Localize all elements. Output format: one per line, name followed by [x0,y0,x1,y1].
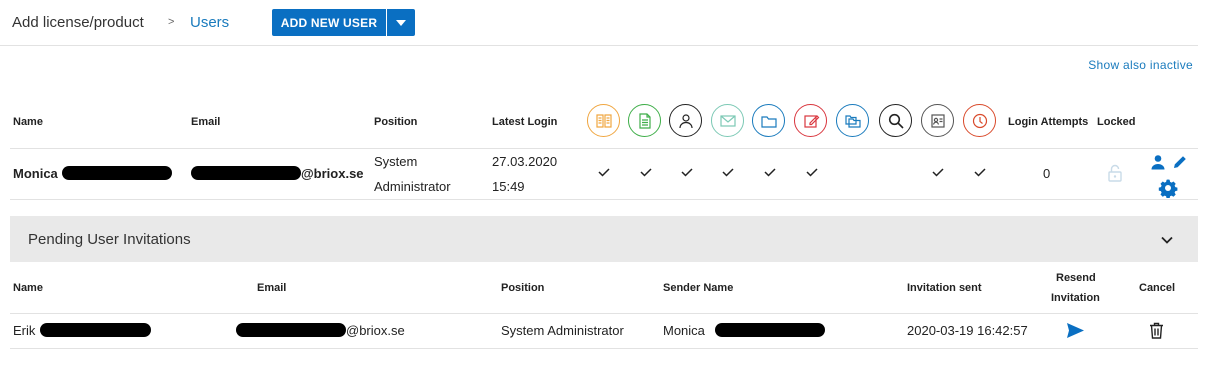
col-email-header[interactable]: Email [191,116,220,128]
pencil-icon[interactable] [1172,154,1188,170]
check-icon [722,168,734,177]
user-login-attempts: 0 [1043,166,1051,181]
col-name-header[interactable]: Name [13,116,43,128]
inv-col-sent-header: Invitation sent [907,282,982,294]
user-login-time: 15:49 [492,179,525,194]
invitation-sent-time: 2020-03-19 16:42:57 [907,323,1028,338]
user-position-line1: System [374,154,418,169]
user-email[interactable]: @briox.se [301,166,364,181]
person-icon[interactable] [1150,154,1166,170]
document-icon [628,104,661,137]
row-divider [10,199,1198,200]
inv-col-resend-header-line2: Invitation [1051,292,1100,304]
inv-col-email-header: Email [257,282,287,294]
invitee-name: Erik [13,323,36,338]
inv-col-cancel-header: Cancel [1139,282,1176,294]
invitation-row-divider [10,348,1198,349]
col-position-header[interactable]: Position [374,116,417,128]
redaction-bar [715,323,825,337]
folder-icon [752,104,785,137]
check-icon [764,168,776,177]
magnifier-icon [879,104,912,137]
header-divider [10,148,1198,149]
inv-col-position-header: Position [501,282,545,294]
breadcrumb-current[interactable]: Users [190,14,229,31]
col-locked-header[interactable]: Locked [1097,116,1136,128]
col-latest-login-header[interactable]: Latest Login [492,116,557,128]
breadcrumb-separator: > [168,16,175,28]
check-icon [598,168,610,177]
id-card-icon [921,104,954,137]
redaction-bar [62,166,172,180]
send-icon[interactable] [1066,322,1085,339]
add-new-user-button[interactable]: ADD NEW USER [272,9,386,36]
col-login-attempts-header[interactable]: Login Attempts [1008,116,1088,128]
invitation-header-divider [10,313,1198,314]
gear-icon[interactable] [1158,178,1178,198]
users-group-icon [669,104,702,137]
inv-col-resend-header-line1: Resend [1056,272,1096,284]
top-bar: Add license/product > Users ADD NEW USER [0,0,1198,46]
check-icon [974,168,986,177]
invitee-position: System Administrator [501,323,624,338]
user-position-line2: Administrator [374,179,451,194]
unlocked-icon[interactable] [1107,164,1123,182]
trash-icon[interactable] [1149,322,1164,339]
show-inactive-link[interactable]: Show also inactive [1088,58,1193,72]
user-login-date: 27.03.2020 [492,154,558,169]
envelope-icon [711,104,744,137]
chevron-down-icon[interactable] [1160,233,1174,247]
redaction-bar [40,323,151,337]
check-icon [681,168,693,177]
invitee-email: @briox.se [346,323,405,338]
check-icon [640,168,652,177]
inv-col-sender-header: Sender Name [663,282,734,294]
check-icon [806,168,818,177]
pending-invitations-title: Pending User Invitations [28,231,191,248]
ledger-book-icon [587,104,620,137]
clock-icon [963,104,996,137]
invitation-sender: Monica [663,323,705,338]
check-icon [932,168,944,177]
folders-icon [836,104,869,137]
redaction-bar [236,323,346,337]
inv-col-name-header: Name [13,282,43,294]
redaction-bar [191,166,301,180]
user-name[interactable]: Monica [13,166,58,181]
add-user-dropdown-toggle[interactable] [387,9,415,36]
breadcrumb-root[interactable]: Add license/product [12,14,144,31]
edit-note-icon [794,104,827,137]
